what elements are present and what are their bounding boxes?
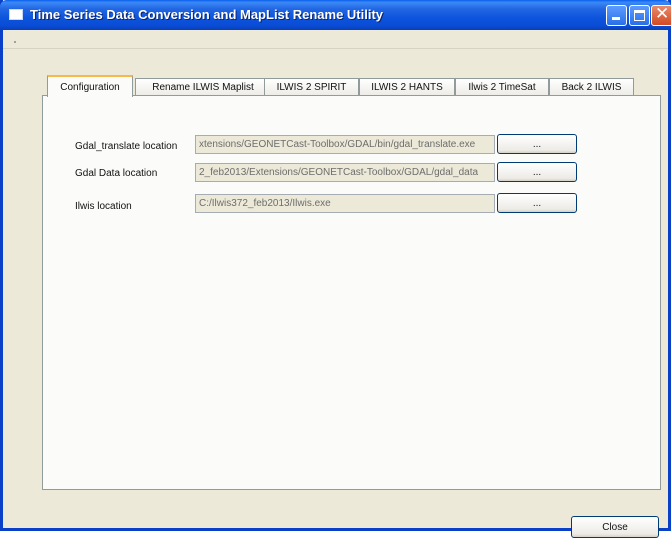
close-icon: ✕ <box>655 4 670 24</box>
gdal-translate-browse-button[interactable]: ... <box>497 134 577 154</box>
tab-rename-ilwis-maplist[interactable]: Rename ILWIS Maplist <box>135 78 271 96</box>
minimize-button[interactable] <box>606 5 627 26</box>
gdal-translate-path-field[interactable] <box>195 135 495 154</box>
tab-ilwis-2-hants[interactable]: ILWIS 2 HANTS <box>359 78 455 96</box>
tab-ilwis-2-timesat[interactable]: Ilwis 2 TimeSat <box>455 78 549 96</box>
maximize-icon <box>634 10 645 21</box>
menu-grip <box>14 41 16 43</box>
title-bar[interactable]: Time Series Data Conversion and MapList … <box>0 0 671 30</box>
close-window-button[interactable]: ✕ <box>651 4 671 26</box>
gdal-data-browse-button[interactable]: ... <box>497 162 577 182</box>
gdal-data-label: Gdal Data location <box>75 168 158 179</box>
minimize-icon <box>612 17 620 20</box>
ilwis-path-field[interactable] <box>195 194 495 213</box>
tab-configuration[interactable]: Configuration <box>47 75 133 97</box>
tab-ilwis-2-spirit[interactable]: ILWIS 2 SPIRIT <box>264 78 359 96</box>
tab-back-2-ilwis[interactable]: Back 2 ILWIS <box>549 78 634 96</box>
ilwis-browse-button[interactable]: ... <box>497 193 577 213</box>
close-button[interactable]: Close <box>571 516 659 538</box>
configuration-panel <box>42 95 661 490</box>
menu-separator <box>3 48 668 49</box>
gdal-translate-label: Gdal_translate location <box>75 141 178 152</box>
window-title: Time Series Data Conversion and MapList … <box>30 7 384 22</box>
ilwis-location-label: Ilwis location <box>75 201 132 212</box>
maximize-button[interactable] <box>629 5 650 26</box>
app-icon <box>9 9 23 20</box>
gdal-data-path-field[interactable] <box>195 163 495 182</box>
